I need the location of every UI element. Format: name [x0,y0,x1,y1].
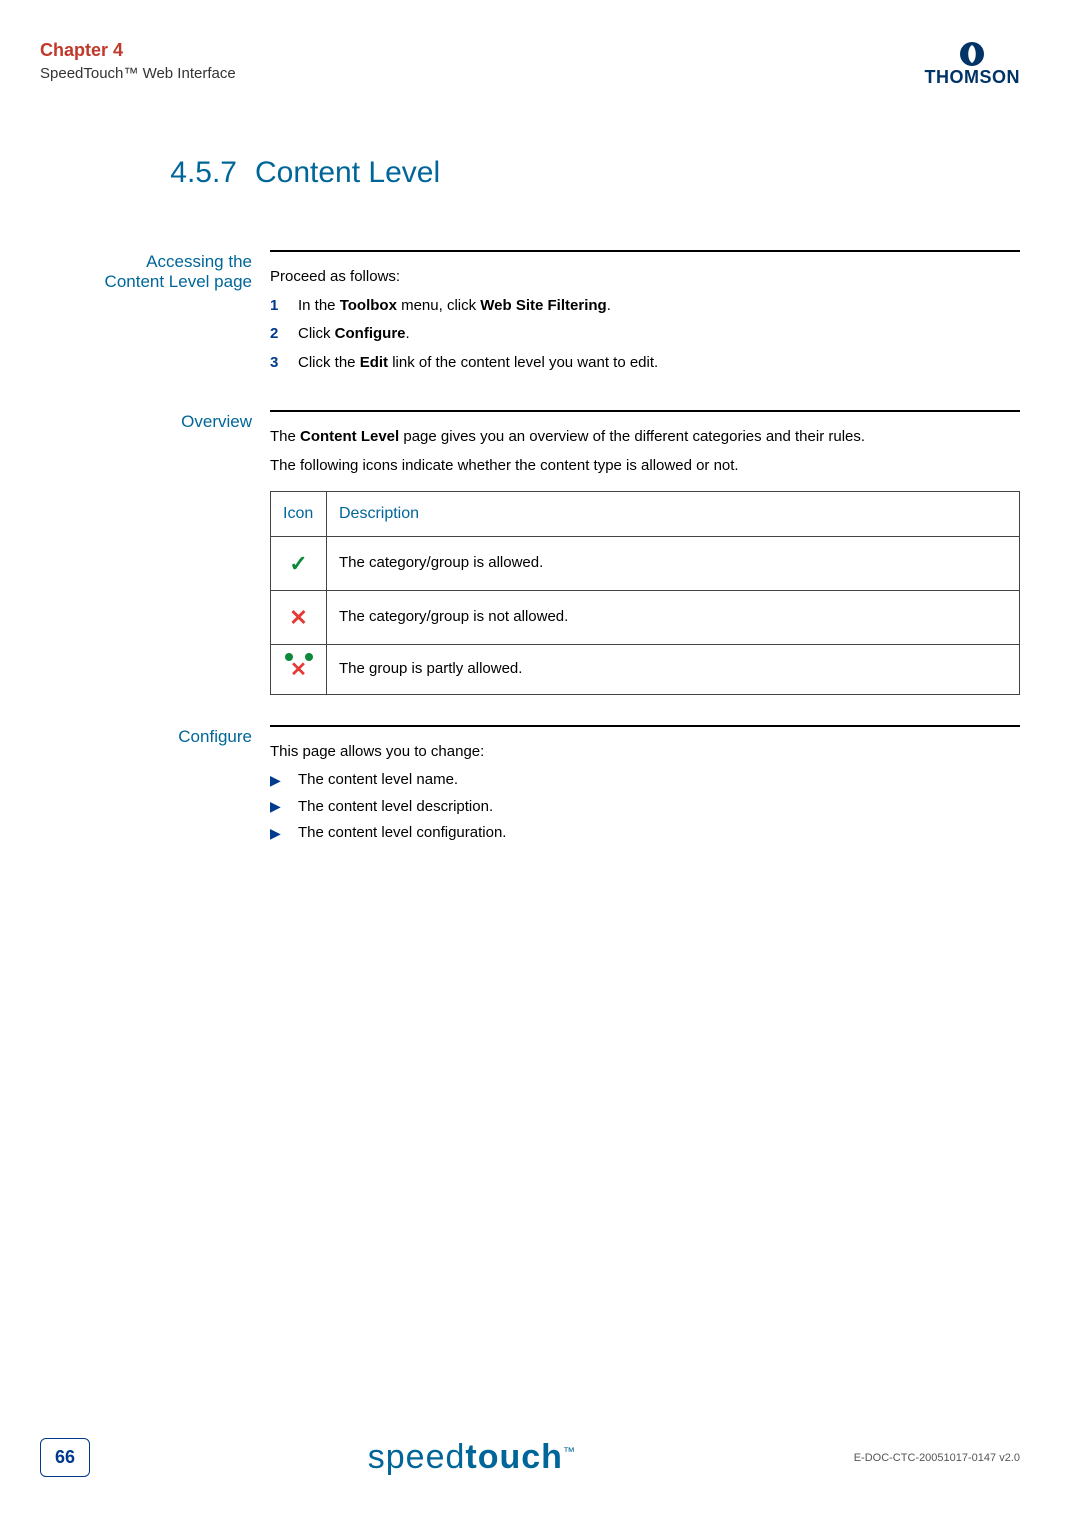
header-left: Chapter 4 SpeedTouch™ Web Interface [40,40,236,82]
th-description: Description [327,492,1020,537]
configure-body: This page allows you to change: ▶ The co… [270,725,1020,849]
cell-icon: ✓ [271,537,327,591]
overview-p2: The following icons indicate whether the… [270,455,1020,478]
t: Toolbox [340,297,397,314]
page-number: 66 [40,1438,90,1477]
t: menu, click [397,297,480,314]
t: In the [298,297,340,314]
table-row: ✕ The category/group is not allowed. [271,591,1020,645]
arrow-icon: ▶ [270,823,298,844]
page-header: Chapter 4 SpeedTouch™ Web Interface THOM… [40,40,1020,86]
overview-block: Overview The Content Level page gives yo… [100,410,1020,695]
step-num: 3 [270,352,298,375]
section-number: 4.5.7 [100,156,255,190]
configure-label: Configure [100,725,270,849]
th-icon: Icon [271,492,327,537]
t: link of the content level you want to ed… [388,354,658,371]
table-row: ✓ The category/group is allowed. [271,537,1020,591]
step-2: 2 Click Configure. [270,323,1020,346]
cell-icon: ✕ [271,645,327,695]
step-num: 2 [270,323,298,346]
thomson-logo: THOMSON [925,40,1021,86]
t: . [406,325,410,342]
overview-label: Overview [100,410,270,695]
list-text: The content level configuration. [298,822,506,845]
t: Web Site Filtering [480,297,606,314]
cell-desc: The group is partly allowed. [327,645,1020,695]
list-item: ▶ The content level description. [270,796,1020,819]
configure-intro: This page allows you to change: [270,741,1020,764]
section-title: Content Level [255,156,440,190]
overview-body: The Content Level page gives you an over… [270,410,1020,695]
step-text: Click the Edit link of the content level… [298,352,1020,375]
t: Configure [335,325,406,342]
thomson-text: THOMSON [925,68,1021,86]
thomson-icon [958,40,986,68]
logo-tm: ™ [563,1445,576,1459]
logo-light: speed [368,1438,466,1476]
step-text: In the Toolbox menu, click Web Site Filt… [298,295,1020,318]
chapter-subtitle: SpeedTouch™ Web Interface [40,65,236,82]
t: The [270,428,300,445]
step-num: 1 [270,295,298,318]
cell-desc: The category/group is not allowed. [327,591,1020,645]
cell-desc: The category/group is allowed. [327,537,1020,591]
t: Click the [298,354,360,371]
t: . [607,297,611,314]
accessing-label: Accessing the Content Level page [100,250,270,380]
checkmark-icon: ✓ [289,551,307,576]
logo-bold: touch [465,1438,563,1476]
configure-block: Configure This page allows you to change… [100,725,1020,849]
accessing-block: Accessing the Content Level page Proceed… [100,250,1020,380]
cross-icon: ✕ [289,605,307,630]
accessing-body: Proceed as follows: 1 In the Toolbox men… [270,250,1020,380]
document-id: E-DOC-CTC-20051017-0147 v2.0 [854,1452,1020,1464]
speedtouch-logo: speedtouch™ [368,1438,576,1477]
table-row: ✕ The group is partly allowed. [271,645,1020,695]
arrow-icon: ▶ [270,770,298,791]
list-text: The content level description. [298,796,493,819]
partial-icon: ✕ [287,655,311,679]
table-header-row: Icon Description [271,492,1020,537]
page-footer: 66 speedtouch™ E-DOC-CTC-20051017-0147 v… [40,1438,1020,1477]
t: Edit [360,354,388,371]
section-heading: 4.5.7 Content Level [100,156,1020,190]
step-text: Click Configure. [298,323,1020,346]
configure-list: ▶ The content level name. ▶ The content … [270,769,1020,845]
overview-p1: The Content Level page gives you an over… [270,426,1020,449]
accessing-intro: Proceed as follows: [270,266,1020,289]
t: Click [298,325,335,342]
cell-icon: ✕ [271,591,327,645]
t: Content Level [300,428,399,445]
chapter-title: Chapter 4 [40,40,236,61]
icon-table: Icon Description ✓ The category/group is… [270,491,1020,695]
t: page gives you an overview of the differ… [399,428,865,445]
list-item: ▶ The content level configuration. [270,822,1020,845]
list-text: The content level name. [298,769,458,792]
step-1: 1 In the Toolbox menu, click Web Site Fi… [270,295,1020,318]
step-3: 3 Click the Edit link of the content lev… [270,352,1020,375]
list-item: ▶ The content level name. [270,769,1020,792]
arrow-icon: ▶ [270,796,298,817]
accessing-steps: 1 In the Toolbox menu, click Web Site Fi… [270,295,1020,375]
